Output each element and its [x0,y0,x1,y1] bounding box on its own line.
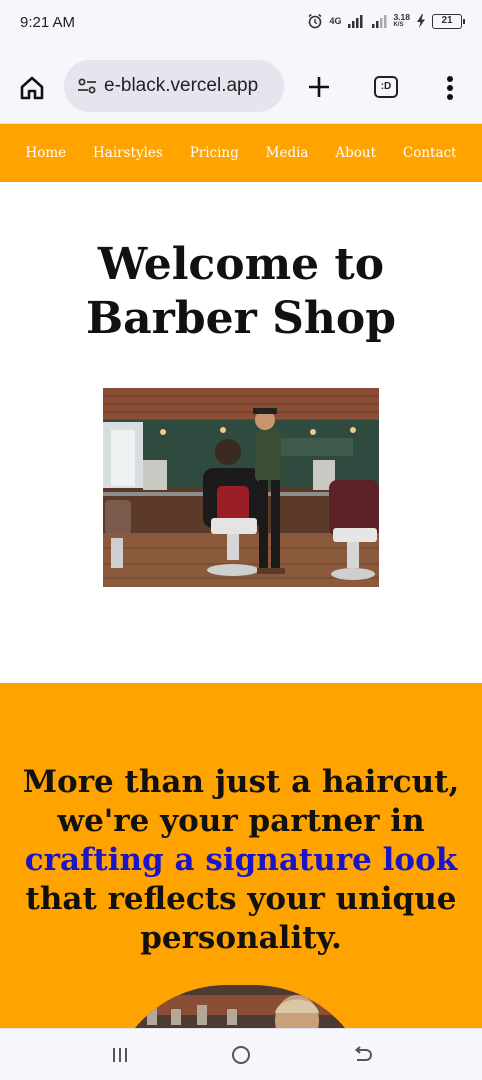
promo-text: More than just a haircut, we're your par… [10,763,472,958]
address-bar[interactable]: e-black.vercel.app [64,60,284,112]
network-speed: 3.18 K/S [393,13,410,29]
promo-section: More than just a haircut, we're your par… [0,683,482,1028]
recent-apps-icon[interactable] [108,1043,132,1067]
browser-toolbar: e-black.vercel.app :D [0,48,482,124]
charging-icon [417,14,425,28]
promo-photo [107,985,373,1028]
plus-icon[interactable] [305,73,333,101]
battery-icon: 21 [432,13,465,29]
site-nav: Home Hairstyles Pricing Media About Cont… [0,124,482,182]
network-speed-unit: K/S [393,22,404,28]
hero-title-line1: Welcome to [97,239,385,290]
system-nav-bar [0,1028,482,1080]
promo-text-before: More than just a haircut, we're your par… [22,764,460,839]
status-time: 9:21 AM [20,14,76,31]
promo-text-highlight: crafting a signature look [24,842,458,878]
nav-home[interactable]: Home [25,145,66,161]
signal-icon [348,15,363,28]
network-speed-value: 3.18 [393,12,410,22]
nav-pricing[interactable]: Pricing [190,145,239,161]
status-bar: 9:21 AM 4G 3.18 K/S 21 [0,0,482,48]
url-text[interactable]: e-black.vercel.app [104,75,258,97]
hero-title: Welcome to Barber Shop [0,238,482,346]
promo-text-after: that reflects your unique personality. [25,881,457,956]
more-vert-icon[interactable] [440,74,460,102]
alarm-icon [308,13,322,29]
hero-title-line2: Barber Shop [85,293,397,344]
nav-about[interactable]: About [335,145,376,161]
nav-contact[interactable]: Contact [403,145,457,161]
back-icon[interactable] [350,1043,374,1067]
network-label: 4G [329,16,342,26]
tabs-icon[interactable]: :D [374,76,398,98]
barber-shop-photo [103,388,379,587]
nav-media[interactable]: Media [266,145,309,161]
nav-hairstyles[interactable]: Hairstyles [93,145,163,161]
signal-2-icon [372,15,387,28]
home-nav-icon[interactable] [229,1043,253,1067]
site-settings-icon[interactable] [76,75,98,97]
home-icon[interactable] [18,74,46,102]
status-icons: 4G 3.18 K/S 21 [307,13,465,29]
